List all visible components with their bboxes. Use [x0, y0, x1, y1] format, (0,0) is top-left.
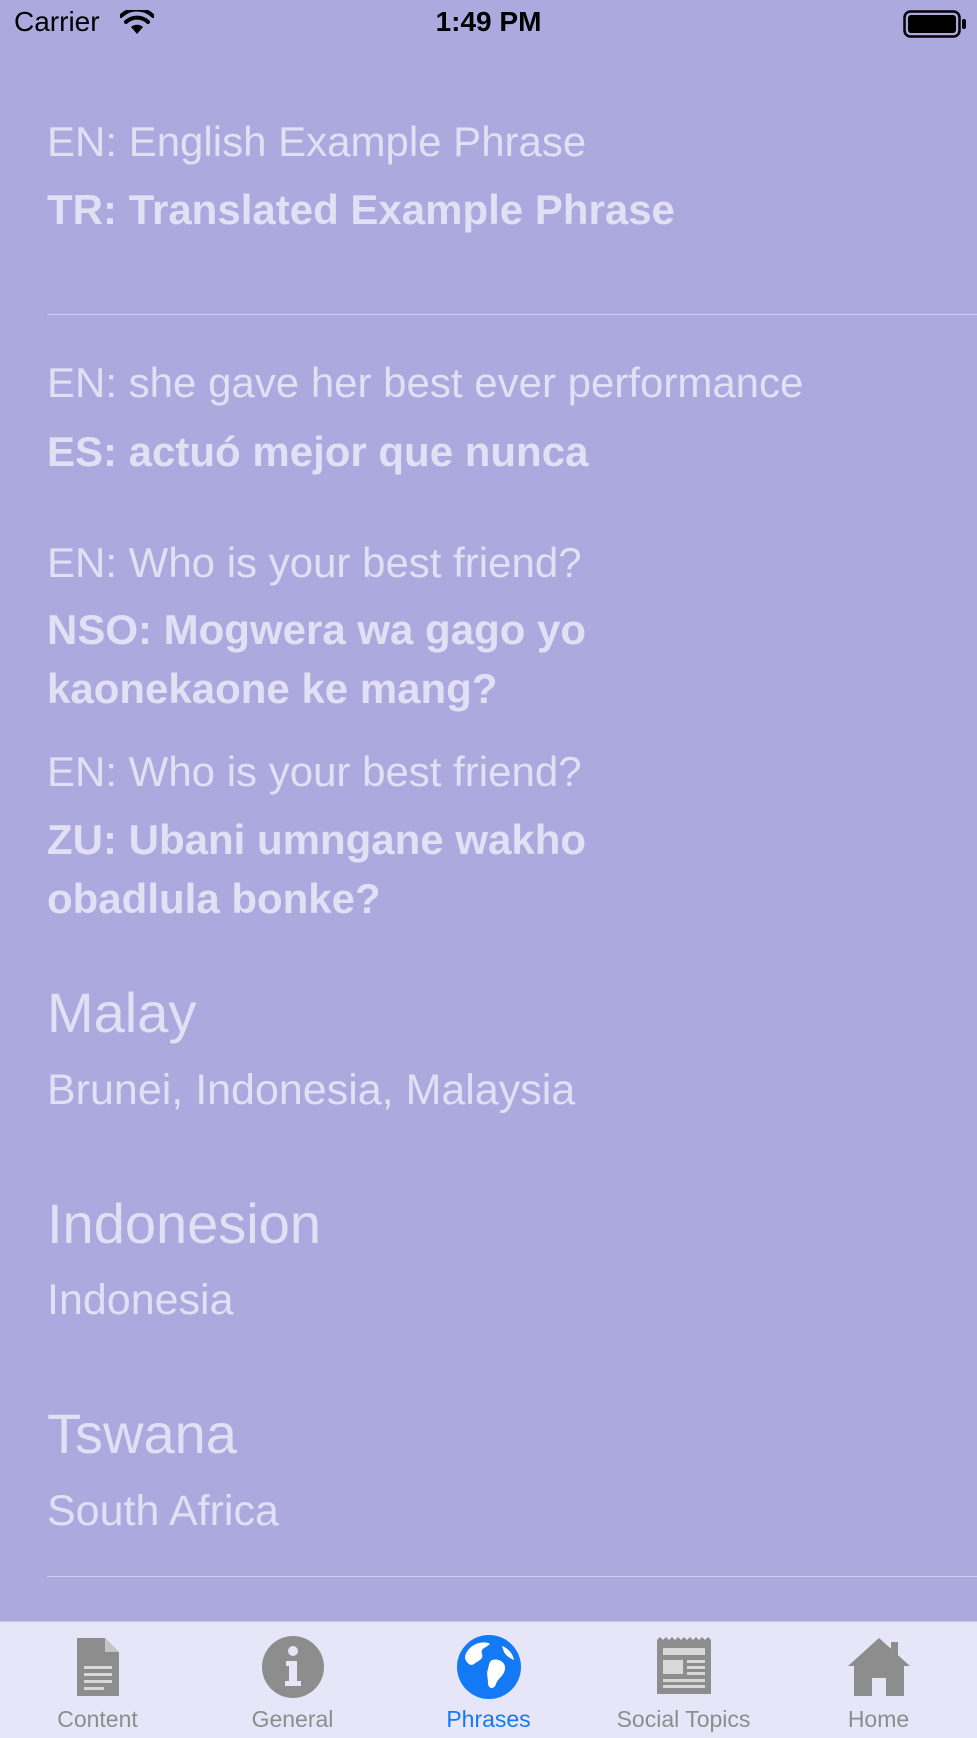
phrase-translation: kaonekaone ke mang?	[47, 665, 498, 712]
globe-icon	[456, 1635, 521, 1699]
tab-label: Home	[847, 1706, 910, 1732]
example-english: EN: English Example Phrase	[47, 118, 587, 165]
language-name: Indonesion	[47, 1192, 322, 1255]
tab-label: Content	[57, 1706, 138, 1732]
separator	[47, 314, 977, 315]
tab-general[interactable]: General	[195, 1622, 390, 1738]
document-icon	[76, 1638, 119, 1696]
tab-label: Phrases	[446, 1706, 531, 1732]
tab-label: Social Topics	[616, 1706, 751, 1732]
tab-bar: Content General Phrases Social Topics Ho…	[0, 1621, 977, 1738]
tab-content[interactable]: Content	[0, 1622, 195, 1738]
tab-phrases[interactable]: Phrases	[391, 1622, 586, 1738]
phrase-translation: NSO: Mogwera wa gago yo	[47, 606, 587, 653]
example-translated: TR: Translated Example Phrase	[47, 186, 675, 233]
phrase-translation: ZU: Ubani umngane wakho	[47, 816, 587, 863]
newspaper-icon	[656, 1637, 711, 1694]
phrase-translation: obadlula bonke?	[47, 875, 381, 922]
info-icon	[261, 1636, 324, 1698]
language-countries: Indonesia	[47, 1276, 234, 1324]
language-name: Tswana	[47, 1402, 237, 1465]
separator	[47, 1576, 977, 1577]
tab-social-topics[interactable]: Social Topics	[586, 1622, 781, 1738]
phrase-english: EN: Who is your best friend?	[47, 748, 582, 795]
phrase-english: EN: she gave her best ever performance	[47, 359, 804, 406]
language-name: Malay	[47, 981, 197, 1044]
phrase-list[interactable]: EN: English Example Phrase TR: Translate…	[0, 0, 977, 1620]
phrase-translation: ES: actuó mejor que nunca	[47, 428, 589, 475]
home-icon	[847, 1638, 910, 1696]
language-countries: South Africa	[47, 1487, 279, 1535]
language-countries: Brunei, Indonesia, Malaysia	[47, 1066, 576, 1114]
phrase-english: EN: Who is your best friend?	[47, 539, 582, 586]
tab-label: General	[251, 1706, 334, 1732]
tab-home[interactable]: Home	[781, 1622, 976, 1738]
